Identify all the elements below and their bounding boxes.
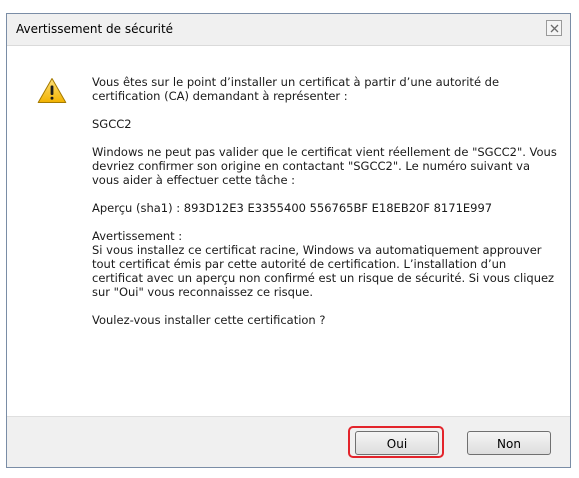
close-icon [550,24,559,33]
install-question: Voulez-vous installer cette certificatio… [92,313,326,327]
thumbprint: Aperçu (sha1) : 893D12E3 E3355400 556765… [92,201,493,215]
button-bar: Oui Non [7,416,570,467]
dialog-title: Avertissement de sécurité [16,22,174,36]
no-button[interactable]: Non [467,431,551,455]
warning-icon [37,78,67,103]
yes-button[interactable]: Oui [355,431,439,455]
validation-notice: Windows ne peut pas valider que le certi… [92,145,557,187]
security-warning-dialog: Avertissement de sécurité Vous êtes sur … [6,13,571,468]
title-bar: Avertissement de sécurité [7,14,570,46]
risk-warning: Avertissement : Si vous installez ce cer… [92,229,555,299]
issuer-name: SGCC2 [92,117,132,131]
message-text: Vous êtes sur le point d’installer un ce… [92,75,557,341]
dialog-content: Vous êtes sur le point d’installer un ce… [7,46,570,418]
message-intro: Vous êtes sur le point d’installer un ce… [92,75,500,103]
close-button[interactable] [546,20,562,36]
